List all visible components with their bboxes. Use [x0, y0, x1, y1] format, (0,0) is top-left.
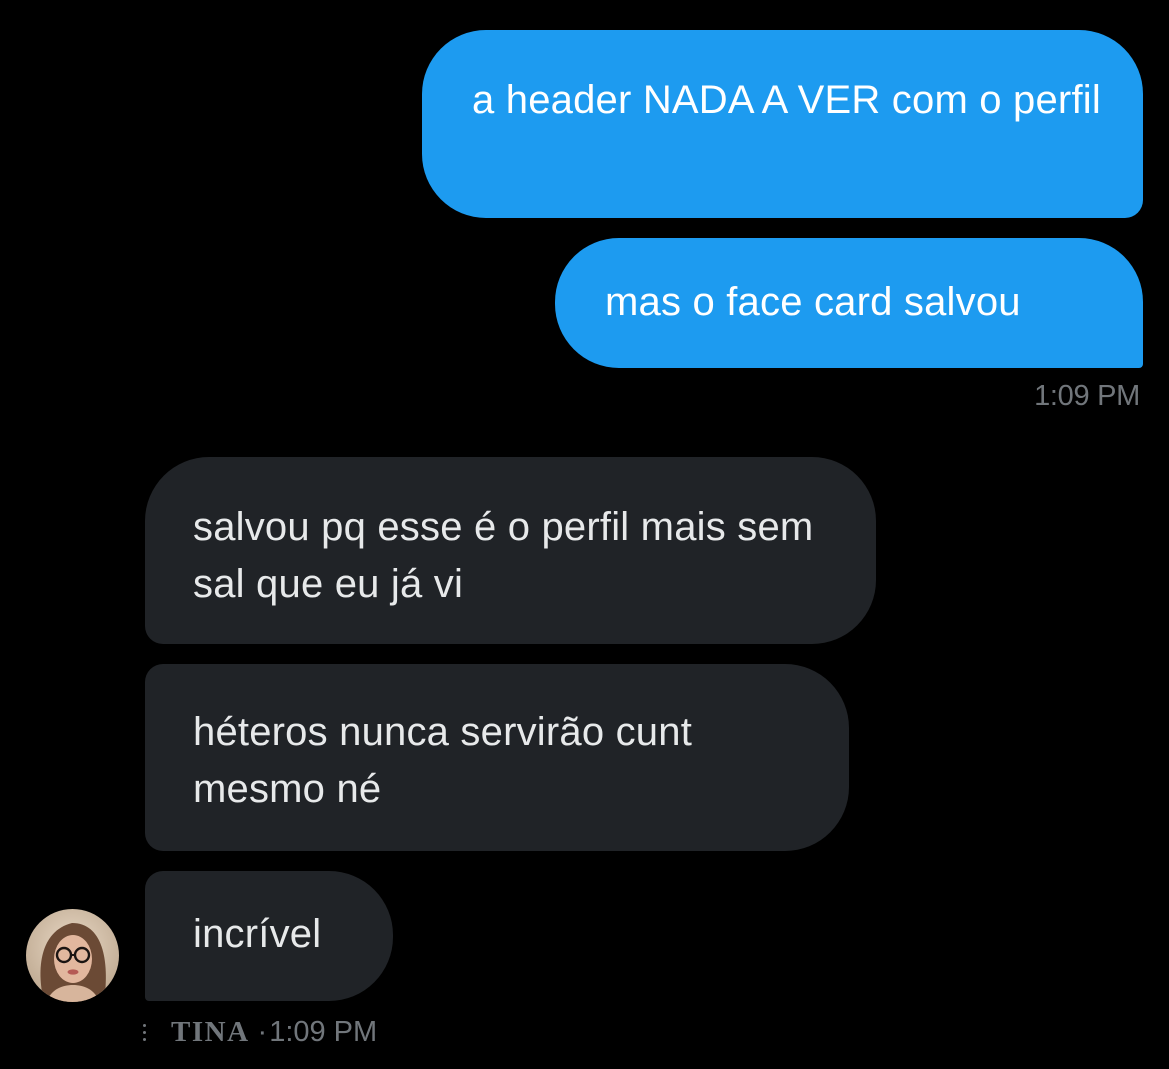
message-meta: TINA · 1:09 PM — [143, 1012, 377, 1052]
sent-timestamp: 1:09 PM — [1034, 380, 1140, 412]
received-message-bubble[interactable]: héteros nunca servirão cunt mesmo né — [145, 664, 849, 851]
received-message-bubble[interactable]: salvou pq esse é o perfil mais sem sal q… — [145, 457, 876, 644]
sent-message-bubble[interactable]: a header NADA A VER com o perfil — [422, 30, 1143, 218]
received-timestamp: 1:09 PM — [269, 1015, 378, 1048]
avatar-photo-icon — [26, 909, 119, 1002]
sender-name: TINA — [171, 1015, 250, 1048]
received-message-bubble[interactable]: incrível — [145, 871, 393, 1001]
separator: · — [257, 1015, 268, 1048]
vertical-dots-icon[interactable] — [143, 1023, 149, 1041]
sent-message-bubble[interactable]: mas o face card salvou — [555, 238, 1143, 368]
sender-avatar[interactable] — [26, 909, 119, 1002]
dm-conversation: a header NADA A VER com o perfil mas o f… — [0, 0, 1169, 1069]
